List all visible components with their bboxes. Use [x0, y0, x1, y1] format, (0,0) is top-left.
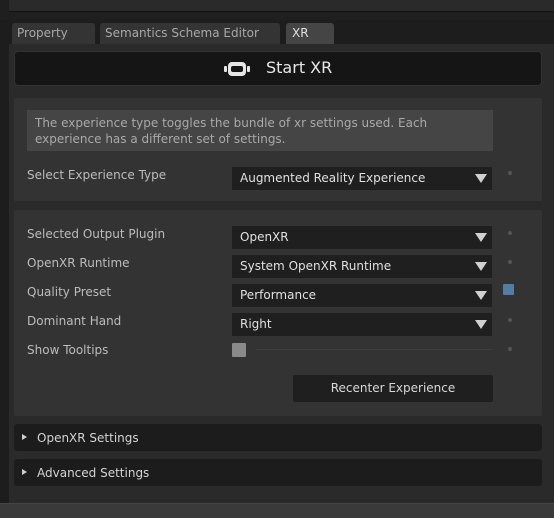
- openxr-settings-label: OpenXR Settings: [37, 431, 139, 445]
- openxr-runtime-label: OpenXR Runtime: [27, 256, 130, 270]
- dropdown-arrow-icon: [470, 226, 492, 249]
- dropdown-arrow-icon: [470, 284, 492, 307]
- default-indicator: [508, 347, 512, 351]
- quality-preset-value: Performance: [240, 288, 317, 302]
- default-indicator: [508, 171, 512, 175]
- window-top-bar: [9, 0, 554, 12]
- tab-semantics-schema-editor[interactable]: Semantics Schema Editor: [100, 23, 280, 44]
- show-tooltips-label: Show Tooltips: [27, 343, 109, 357]
- divider: [256, 349, 492, 350]
- quality-preset-dropdown[interactable]: Performance: [232, 284, 492, 307]
- recenter-experience-label: Recenter Experience: [330, 381, 456, 395]
- experience-type-value: Augmented Reality Experience: [240, 171, 426, 185]
- tab-label: XR: [292, 26, 309, 40]
- advanced-settings-label: Advanced Settings: [37, 466, 150, 480]
- experience-info-text: The experience type toggles the bundle o…: [27, 110, 493, 151]
- default-indicator: [508, 260, 512, 264]
- output-plugin-dropdown[interactable]: OpenXR: [232, 226, 492, 249]
- tab-label: Property: [17, 26, 68, 40]
- dominant-hand-dropdown[interactable]: Right: [232, 313, 492, 336]
- default-indicator: [508, 231, 512, 235]
- tab-xr[interactable]: XR: [286, 23, 334, 44]
- dropdown-arrow-icon: [470, 313, 492, 336]
- default-indicator: [508, 318, 512, 322]
- dropdown-arrow-icon: [470, 167, 492, 190]
- expand-arrow-icon: [22, 469, 27, 475]
- quality-preset-label: Quality Preset: [27, 285, 112, 299]
- start-xr-label: Start XR: [266, 58, 333, 77]
- expand-arrow-icon: [22, 434, 27, 440]
- openxr-runtime-value: System OpenXR Runtime: [240, 259, 392, 273]
- reset-to-default-button[interactable]: [503, 284, 514, 295]
- vr-headset-icon: [224, 62, 250, 76]
- experience-type-label: Select Experience Type: [27, 168, 167, 182]
- experience-type-dropdown[interactable]: Augmented Reality Experience: [232, 167, 492, 190]
- dominant-hand-value: Right: [240, 317, 272, 331]
- output-plugin-label: Selected Output Plugin: [27, 227, 166, 241]
- openxr-runtime-dropdown[interactable]: System OpenXR Runtime: [232, 255, 492, 278]
- dropdown-arrow-icon: [470, 255, 492, 278]
- output-plugin-value: OpenXR: [240, 230, 289, 244]
- tab-property[interactable]: Property: [12, 23, 95, 44]
- show-tooltips-checkbox[interactable]: [232, 343, 246, 357]
- recenter-experience-button[interactable]: Recenter Experience: [293, 375, 493, 402]
- dominant-hand-label: Dominant Hand: [27, 314, 122, 328]
- window-bottom-bar: [0, 503, 554, 518]
- tab-label: Semantics Schema Editor: [105, 26, 259, 40]
